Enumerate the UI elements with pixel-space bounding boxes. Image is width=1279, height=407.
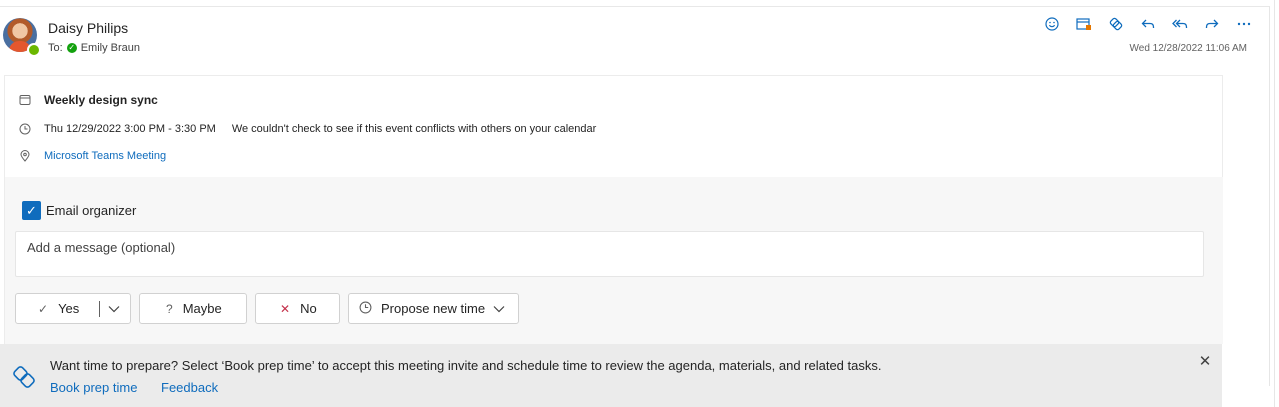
prep-time-banner [0, 344, 1222, 407]
event-time: Thu 12/29/2022 3:00 PM - 3:30 PM [44, 123, 216, 135]
presence-available-icon [27, 43, 41, 57]
question-icon: ? [166, 301, 173, 316]
location-pin-icon [19, 150, 31, 162]
reading-pane-border [1269, 6, 1270, 386]
recipient-line: To: ✓ Emily Braun [48, 42, 140, 54]
emoji-icon[interactable] [1036, 14, 1068, 34]
clock-icon [359, 301, 372, 317]
chevron-down-icon [493, 301, 505, 316]
checkmark-icon: ✓ [38, 301, 49, 316]
clock-icon [19, 123, 31, 135]
conflict-note: We couldn't check to see if this event c… [231, 123, 597, 135]
scrollbar-track[interactable] [1274, 0, 1275, 407]
no-button[interactable]: ✕ No [255, 293, 340, 324]
maybe-label: Maybe [182, 301, 222, 316]
close-icon[interactable]: ✕ [1197, 354, 1213, 370]
propose-new-time-button[interactable]: Propose new time [348, 293, 519, 324]
feedback-link[interactable]: Feedback [161, 380, 218, 395]
event-title: Weekly design sync [44, 93, 158, 107]
calendar-icon [19, 94, 31, 106]
yes-label: Yes [58, 301, 80, 316]
message-toolbar [1036, 14, 1260, 34]
banner-message: Want time to prepare? Select ‘Book prep … [50, 358, 882, 373]
reply-icon[interactable] [1132, 14, 1164, 34]
event-title-row: Weekly design sync [19, 93, 158, 107]
reply-all-icon[interactable] [1164, 14, 1196, 34]
prep-icon[interactable] [1100, 14, 1132, 34]
event-location-row: Microsoft Teams Meeting [19, 150, 166, 162]
received-date: Wed 12/28/2022 11:06 AM [1129, 43, 1248, 54]
email-organizer-checkbox[interactable]: ✓ [22, 201, 41, 220]
header-divider [0, 6, 1270, 7]
book-prep-time-link[interactable]: Book prep time [50, 380, 137, 395]
event-time-row: Thu 12/29/2022 3:00 PM - 3:30 PM We coul… [19, 123, 596, 135]
teams-meeting-link[interactable]: Microsoft Teams Meeting [44, 150, 166, 162]
recipient-presence-icon: ✓ [66, 43, 77, 53]
more-icon[interactable] [1228, 14, 1260, 34]
maybe-button[interactable]: ? Maybe [139, 293, 247, 324]
close-icon: ✕ [280, 301, 291, 316]
propose-label: Propose new time [381, 301, 486, 316]
sender-name[interactable]: Daisy Philips [48, 20, 128, 36]
prep-icon [10, 363, 38, 391]
yes-button[interactable]: ✓ Yes [15, 293, 131, 324]
event-card: Weekly design sync Thu 12/29/2022 3:00 P… [4, 75, 1223, 178]
message-input[interactable]: Add a message (optional) [15, 231, 1204, 277]
calendar-flag-icon[interactable] [1068, 14, 1100, 34]
forward-icon[interactable] [1196, 14, 1228, 34]
no-label: No [300, 301, 317, 316]
split-divider [99, 300, 101, 317]
recipient-name[interactable]: Emily Braun [81, 42, 140, 54]
email-organizer-label[interactable]: Email organizer [46, 203, 136, 218]
to-label: To: [48, 42, 63, 54]
chevron-down-icon[interactable] [108, 301, 120, 316]
